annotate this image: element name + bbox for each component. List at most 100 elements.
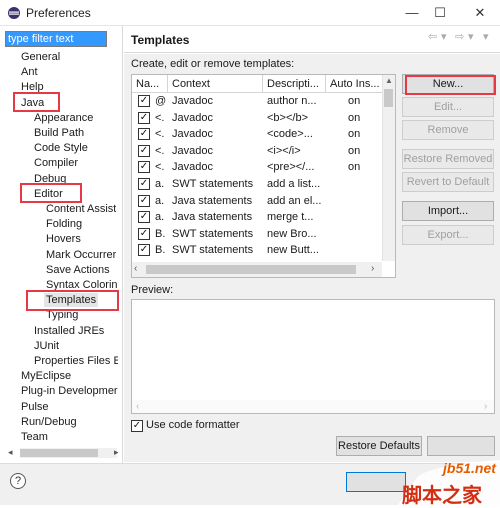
use-code-formatter-label[interactable]: Use code formatter [146, 419, 240, 431]
tree-scroll-left-icon[interactable]: ◂ [8, 447, 18, 459]
close-icon[interactable]: ✕ [470, 3, 490, 23]
tree-item-installed-jres[interactable]: Installed JREs [34, 324, 104, 338]
help-icon[interactable]: ? [10, 473, 26, 489]
scroll-right-icon[interactable]: › [371, 263, 374, 274]
annotation-new-button [405, 75, 496, 95]
cell-auto-insert [348, 242, 378, 258]
column-header-auto-insert[interactable]: Auto Ins... [326, 75, 382, 93]
table-row[interactable]: ✓ B. SWT statements new Butt... [132, 242, 382, 258]
cell-context: Javadoc [172, 95, 213, 107]
tree-item-pulse[interactable]: Pulse [21, 400, 49, 414]
preview-scroll-left-icon[interactable]: ‹ [136, 401, 139, 412]
cell-auto-insert: on [348, 95, 361, 107]
row-enabled-checkbox[interactable]: ✓ [138, 194, 150, 207]
row-enabled-checkbox[interactable]: ✓ [138, 111, 150, 124]
page-title: Templates [131, 33, 190, 47]
row-enabled-checkbox[interactable]: ✓ [138, 178, 150, 190]
table-row[interactable]: ✓ a. Java statements merge t... [132, 209, 382, 225]
tree-item-run-debug[interactable]: Run/Debug [21, 415, 77, 429]
tree-item-plug-in-developmer[interactable]: Plug-in Developmer [21, 384, 118, 398]
cell-name: a. [155, 211, 165, 224]
maximize-icon[interactable]: ☐ [430, 3, 450, 23]
cell-auto-insert: on [348, 144, 361, 157]
row-enabled-checkbox[interactable]: ✓ [138, 128, 150, 141]
cell-name: B. [155, 227, 166, 240]
tree-item-code-style[interactable]: Code Style [34, 141, 88, 155]
cell-context: SWT statements [172, 244, 254, 257]
cell-auto-insert [348, 209, 378, 225]
row-enabled-checkbox[interactable]: ✓ [138, 161, 150, 174]
cell-name: <. [155, 144, 165, 157]
tree-item-content-assist[interactable]: Content Assist [46, 202, 116, 216]
tree-item-team[interactable]: Team [21, 430, 48, 444]
preview-horizontal-scrollbar[interactable] [132, 400, 494, 413]
restore-removed-button[interactable]: Restore Removed [402, 149, 494, 169]
table-row[interactable]: ✓ @ Javadoc author n... on [132, 93, 382, 109]
tree-item-myeclipse[interactable]: MyEclipse [21, 369, 71, 383]
cell-description: add a list... [267, 178, 321, 190]
tree-item-save-actions[interactable]: Save Actions [46, 263, 110, 277]
column-header-context[interactable]: Context [168, 75, 263, 93]
table-row[interactable]: ✓ a. SWT statements add a list... [132, 176, 382, 192]
tree-item-junit[interactable]: JUnit [34, 339, 59, 353]
filter-input[interactable] [5, 31, 107, 47]
use-code-formatter-checkbox[interactable]: ✓ [131, 420, 143, 432]
cell-context: Javadoc [172, 128, 213, 141]
cell-auto-insert [348, 193, 378, 209]
remove-template-button[interactable]: Remove [402, 120, 494, 140]
row-enabled-checkbox[interactable]: ✓ [138, 144, 150, 157]
row-enabled-checkbox[interactable]: ✓ [138, 211, 150, 224]
apply-button[interactable] [427, 436, 495, 456]
preview-label: Preview: [131, 284, 174, 296]
table-vscroll-thumb[interactable] [384, 89, 393, 107]
column-header-name[interactable]: Na... [132, 75, 168, 93]
cell-auto-insert: on [348, 111, 361, 124]
cell-description: new Bro... [267, 227, 317, 240]
tree-scroll-thumb[interactable] [20, 449, 98, 457]
table-row[interactable]: ✓ B. SWT statements new Bro... [132, 226, 382, 242]
tree-item-hovers[interactable]: Hovers [46, 232, 81, 246]
scroll-up-icon[interactable]: ▲ [384, 76, 394, 86]
watermark-domain: jb51.net [443, 460, 496, 476]
forward-icon[interactable]: ⇨ [455, 30, 464, 43]
import-button[interactable]: Import... [402, 201, 494, 221]
tree-item-appearance[interactable]: Appearance [34, 111, 93, 125]
tree-item-ant[interactable]: Ant [21, 65, 38, 79]
table-row[interactable]: ✓ <. Javadoc <pre></... on [132, 159, 382, 175]
cell-name: a. [155, 178, 165, 190]
table-row[interactable]: ✓ <. Javadoc <code>... on [132, 126, 382, 142]
tree-item-properties-files-e[interactable]: Properties Files E [34, 354, 118, 368]
tree-item-compiler[interactable]: Compiler [34, 156, 78, 170]
table-hscroll-thumb[interactable] [146, 265, 356, 274]
row-enabled-checkbox[interactable]: ✓ [138, 95, 150, 107]
view-menu-icon[interactable]: ▾ [483, 30, 489, 43]
preview-area[interactable] [131, 299, 495, 414]
cell-description: <code>... [267, 128, 313, 141]
edit-template-button[interactable]: Edit... [402, 97, 494, 117]
tree-item-folding[interactable]: Folding [46, 217, 82, 231]
scroll-left-icon[interactable]: ‹ [134, 263, 137, 274]
preview-scroll-right-icon[interactable]: › [484, 401, 487, 412]
table-row[interactable]: ✓ <. Javadoc <i></i> on [132, 143, 382, 159]
back-menu-icon[interactable]: ▾ [441, 30, 447, 43]
tree-item-mark-occurrer[interactable]: Mark Occurrer [46, 248, 116, 262]
cell-context: Java statements [172, 194, 253, 207]
column-header-description[interactable]: Descripti... [263, 75, 326, 93]
table-row[interactable]: ✓ <. Javadoc <b></b> on [132, 110, 382, 126]
annotation-templates [26, 290, 119, 311]
tree-scroll-right-icon[interactable]: ▸ [114, 447, 124, 459]
restore-defaults-button[interactable]: Restore Defaults [336, 436, 422, 456]
row-enabled-checkbox[interactable]: ✓ [138, 227, 150, 240]
revert-to-default-button[interactable]: Revert to Default [402, 172, 494, 192]
cell-auto-insert: on [348, 128, 361, 141]
tree-item-general[interactable]: General [21, 50, 60, 64]
back-icon[interactable]: ⇦ [428, 30, 437, 43]
minimize-icon[interactable]: — [402, 3, 422, 23]
cell-name: @ [155, 95, 167, 107]
row-enabled-checkbox[interactable]: ✓ [138, 244, 150, 257]
forward-menu-icon[interactable]: ▾ [468, 30, 474, 43]
export-button[interactable]: Export... [402, 225, 494, 245]
ok-button[interactable] [346, 472, 406, 492]
tree-item-build-path[interactable]: Build Path [34, 126, 84, 140]
table-row[interactable]: ✓ a. Java statements add an el... [132, 193, 382, 209]
